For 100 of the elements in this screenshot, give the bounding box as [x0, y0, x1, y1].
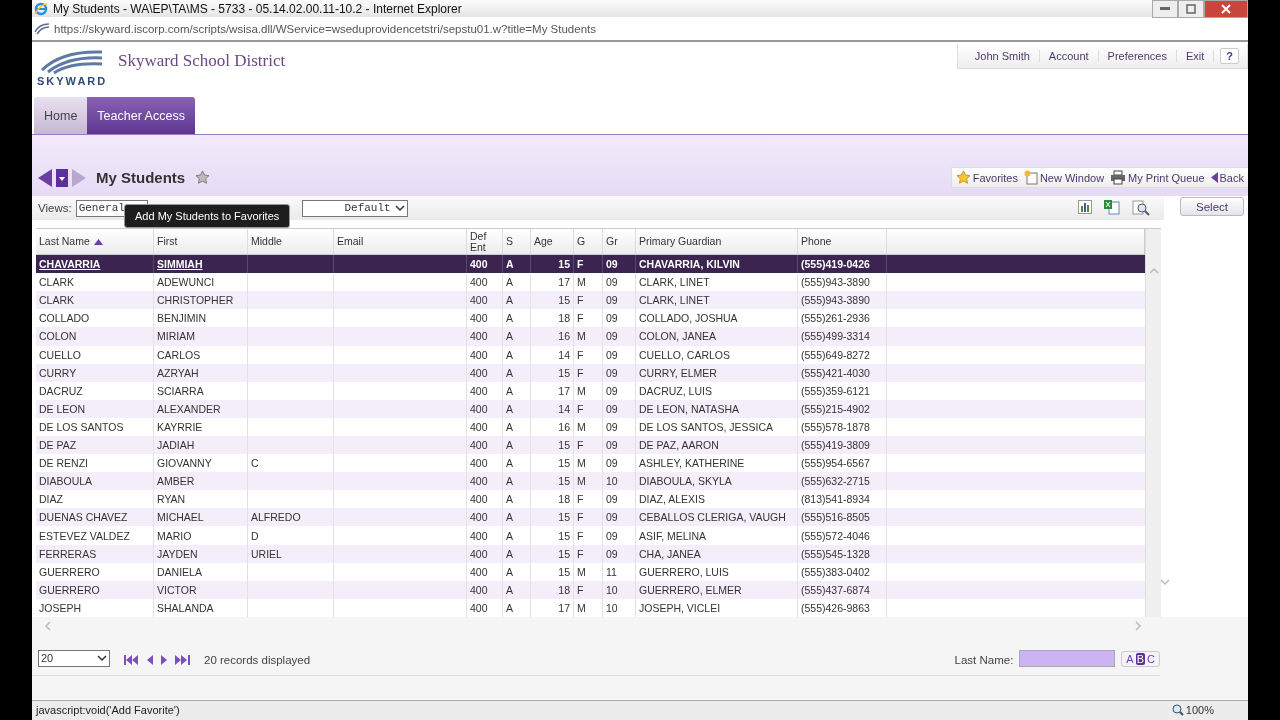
restore-button[interactable] [1178, 0, 1204, 18]
table-cell: 15 [558, 475, 570, 488]
table-row[interactable]: DE LEON ALEXANDER 400 A 14 F 09 DE LEON, NATASHA (555)215-4902 [36, 399, 1145, 418]
table-row[interactable]: DIABOULA AMBER 400 A 15 M 10 DIABOULA, SKYLA (555)632-2715 [36, 472, 1145, 491]
nav-link[interactable]: Account [1039, 50, 1099, 63]
table-cell: 09 [606, 547, 618, 560]
table-cell: 17 [558, 384, 570, 397]
table-row[interactable]: CHAVARRIA SIMMIAH 400 A 15 F 09 CHAVARRIA, KILVIN (555)419-0426 [36, 255, 1145, 274]
table-cell: FERRERAS [39, 547, 97, 560]
search-mode-toggle[interactable]: A [1125, 652, 1135, 665]
table-cell: 09 [606, 312, 618, 325]
nav-tab[interactable]: Home [34, 97, 88, 135]
toolbar-button[interactable]: Back [1210, 171, 1244, 184]
last-page-icon[interactable] [175, 654, 190, 665]
tooltip: Add My Students to Favorites [124, 204, 291, 229]
table-cell: (555)572-4046 [801, 529, 870, 542]
chart-icon[interactable] [1078, 200, 1092, 215]
table-cell: F [577, 258, 584, 271]
nav-tab[interactable]: Teacher Access [87, 97, 195, 135]
user-name-link[interactable]: John Smith [965, 50, 1040, 63]
table-cell: DIAZ [39, 493, 63, 506]
table-row[interactable]: CLARK CHRISTOPHER 400 A 15 F 09 CLARK, LINET (555)943-3890 [36, 291, 1145, 310]
spreadsheet-icon[interactable] [1104, 200, 1120, 216]
table-cell: M [577, 601, 586, 614]
table-cell: A [506, 565, 513, 578]
table-cell: A [506, 402, 513, 415]
column-header[interactable]: Primary Guardian [636, 229, 798, 255]
table-cell: A [506, 583, 513, 596]
table-row[interactable]: GUERRERO DANIELA 400 A 15 M 11 GUERRERO, LUIS (555)383-0402 [36, 562, 1145, 581]
previous-page-icon[interactable] [147, 654, 153, 665]
select-button[interactable]: Select [1180, 197, 1244, 217]
table-cell: 15 [558, 439, 570, 452]
table-row[interactable]: COLON MIRIAM 400 A 16 M 09 COLON, JANEA (555)499-3314 [36, 327, 1145, 346]
back-arrow-icon[interactable] [38, 168, 52, 187]
toolbar-button[interactable]: My Print Queue [1110, 170, 1205, 186]
table-cell: (555)261-2936 [801, 312, 870, 325]
close-button[interactable] [1204, 0, 1248, 18]
column-header[interactable]: Phone [798, 229, 887, 255]
table-cell: 18 [558, 312, 570, 325]
table-row[interactable]: ESTEVEZ VALDEZ MARIO D 400 A 15 F 09 ASIF, MELINA (555)572-4046 [36, 526, 1145, 545]
table-row[interactable]: GUERRERO VICTOR 400 A 18 F 10 GUERRERO, ELMER (555)437-6874 [36, 580, 1145, 599]
table-row[interactable]: JOSEPH SHALANDA 400 A 17 M 10 JOSEPH, VICLEI (555)426-9863 [36, 598, 1145, 617]
table-cell: F [577, 348, 584, 361]
zoom-icon[interactable] [1171, 704, 1184, 717]
last-name-field[interactable] [1019, 649, 1116, 667]
views-label: Views: [38, 202, 72, 215]
toolbar-button[interactable]: New Window [1023, 170, 1105, 186]
nav-link[interactable]: Preferences [1098, 50, 1177, 63]
toolbar-button[interactable]: Favorites [955, 170, 1018, 186]
table-cell: F [577, 294, 584, 307]
search-mode-toggle[interactable]: B [1135, 652, 1146, 665]
zoom-level[interactable]: 100% [1185, 704, 1214, 717]
dropdown-icon[interactable] [56, 168, 68, 187]
page-size-select[interactable]: 20 [38, 649, 110, 667]
table-row[interactable]: DACRUZ SCIARRA 400 A 17 M 09 DACRUZ, LUIS (555)359-6121 [36, 381, 1145, 400]
star-icon[interactable] [195, 170, 211, 186]
minimize-button[interactable] [1152, 0, 1178, 18]
table-cell: RYAN [157, 493, 186, 506]
column-header[interactable]: Def Ent [467, 229, 503, 255]
table-cell: M [577, 384, 586, 397]
search-mode-toggle[interactable]: C [1146, 652, 1156, 665]
table-cell: CHAVARRIA [39, 258, 101, 271]
table-cell: (555)419-3809 [801, 439, 870, 452]
preview-icon[interactable] [1132, 200, 1150, 217]
window-icon [1023, 170, 1038, 186]
records-count: 20 records displayed [204, 653, 311, 666]
table-cell: 09 [606, 294, 618, 307]
table-cell: VICTOR [157, 583, 197, 596]
filter-select[interactable]: Default [301, 199, 408, 217]
table-row[interactable]: CURRY AZRYAH 400 A 15 F 09 CURRY, ELMER (555)421-4030 [36, 363, 1145, 382]
column-header[interactable]: S [503, 229, 531, 255]
table-cell: AZRYAH [157, 366, 199, 379]
table-cell: 09 [606, 493, 618, 506]
next-page-icon[interactable] [161, 654, 167, 665]
table-cell: A [506, 601, 513, 614]
table-row[interactable]: DE PAZ JADIAH 400 A 15 F 09 DE PAZ, AARON (555)419-3809 [36, 436, 1145, 455]
column-header[interactable]: Last Name [36, 229, 154, 255]
nav-link[interactable]: Exit [1176, 50, 1215, 63]
table-cell: (555)421-4030 [801, 366, 870, 379]
column-header[interactable]: Email [334, 229, 467, 255]
table-cell: M [577, 420, 586, 433]
first-page-icon[interactable] [124, 654, 139, 665]
table-cell: 09 [606, 420, 618, 433]
table-cell: 09 [606, 366, 618, 379]
table-cell: 400 [470, 493, 488, 506]
table-row[interactable]: DUENAS CHAVEZ MICHAEL ALFREDO 400 A 15 F 09 CEBALLOS CLERIGA, VAUGH (555)516-8505 [36, 508, 1145, 527]
help-button[interactable]: ? [1220, 48, 1239, 65]
table-cell: F [577, 583, 584, 596]
table-cell: 400 [470, 258, 488, 271]
column-header[interactable]: G [574, 229, 603, 255]
column-header[interactable]: Age [531, 229, 574, 255]
table-cell: (555)943-3890 [801, 276, 870, 289]
table-row[interactable]: CUELLO CARLOS 400 A 14 F 09 CUELLO, CARLOS (555)649-8272 [36, 345, 1145, 364]
table-row[interactable]: FERRERAS JAYDEN URIEL 400 A 15 F 09 CHA, JANEA (555)545-1328 [36, 544, 1145, 563]
column-header[interactable]: Middle [248, 229, 334, 255]
column-header[interactable]: Gr [603, 229, 636, 255]
table-cell: A [506, 420, 513, 433]
table-cell: 11 [606, 565, 617, 578]
column-header[interactable]: First [154, 229, 248, 255]
table-cell: (813)541-8934 [801, 493, 870, 506]
